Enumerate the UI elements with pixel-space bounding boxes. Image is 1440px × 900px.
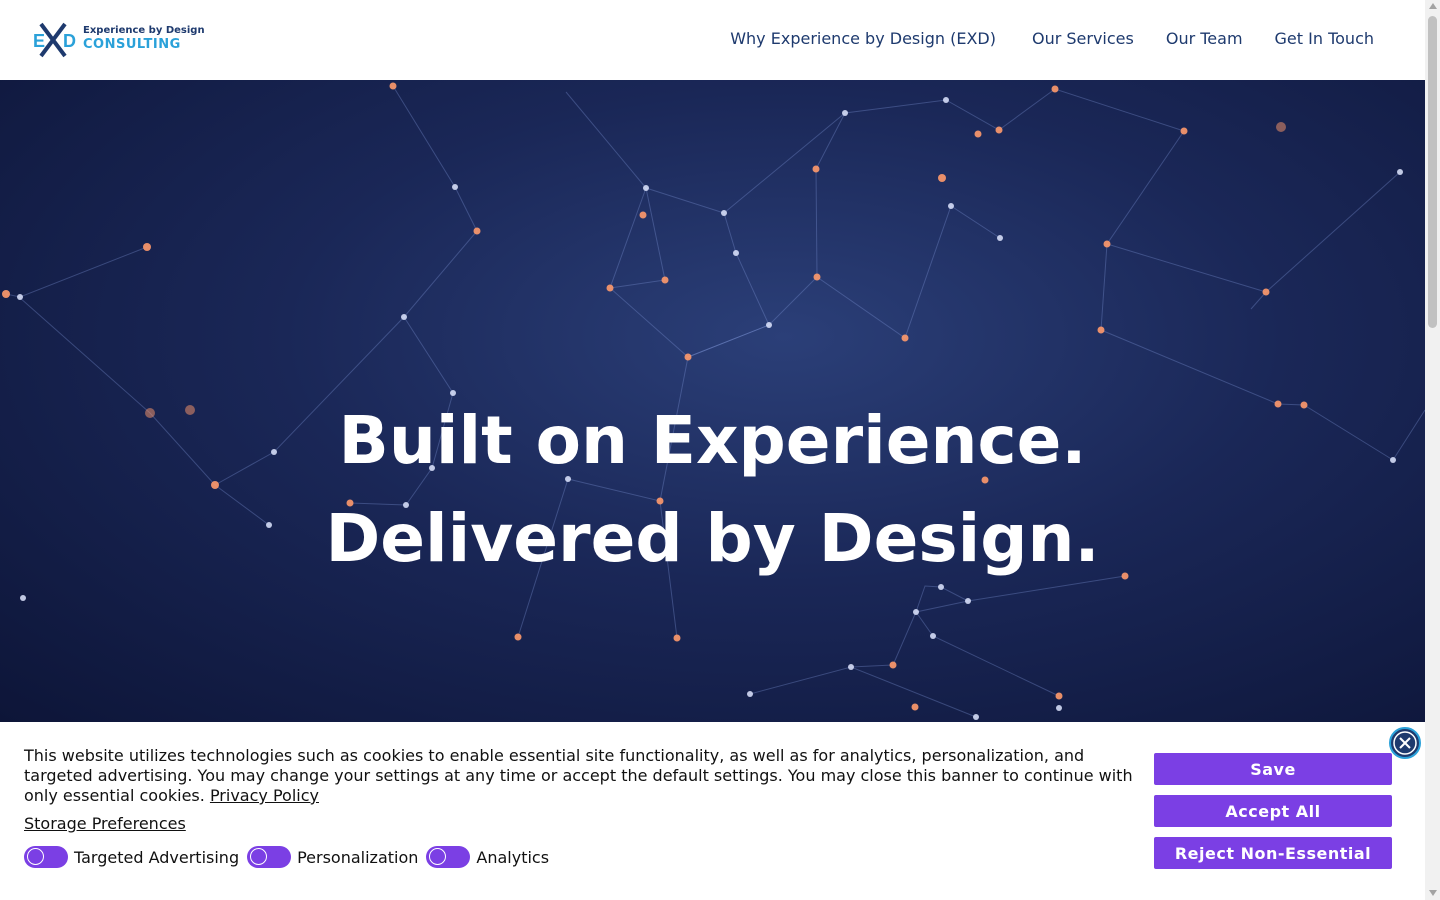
toggle-switch[interactable]: [426, 846, 471, 868]
exd-logo-icon: E D: [33, 22, 76, 58]
toggle-knob: [250, 848, 268, 865]
nav-why-exd[interactable]: Why Experience by Design (EXD): [730, 29, 996, 48]
hero-banner: Built on Experience. Delivered by Design…: [0, 80, 1425, 722]
toggle-label: Analytics: [476, 847, 550, 867]
scroll-up-icon[interactable]: [1429, 3, 1437, 9]
hero-line-2: Delivered by Design.: [325, 500, 1100, 577]
nav-our-services[interactable]: Our Services: [1032, 29, 1134, 48]
cookie-message-text: This website utilizes technologies such …: [24, 746, 1133, 805]
accept-all-button[interactable]: Accept All: [1154, 795, 1392, 827]
toggle-personalization[interactable]: Personalization: [247, 846, 418, 868]
nav-our-team[interactable]: Our Team: [1166, 29, 1243, 48]
privacy-policy-link[interactable]: Privacy Policy: [210, 786, 319, 805]
site-header: E D Experience by Design CONSULTING Why …: [0, 0, 1425, 80]
main-nav: Why Experience by Design (EXD) Our Servi…: [730, 29, 1374, 48]
cookie-message: This website utilizes technologies such …: [24, 746, 1139, 806]
hero-line-1: Built on Experience.: [338, 402, 1087, 479]
close-x-icon: [1393, 731, 1417, 755]
storage-preferences-link[interactable]: Storage Preferences: [24, 814, 186, 833]
logo-consulting: CONSULTING: [83, 37, 181, 52]
toggle-label: Targeted Advertising: [74, 847, 240, 867]
svg-text:D: D: [63, 31, 76, 51]
toggle-knob: [27, 848, 44, 865]
toggle-targeted-advertising[interactable]: Targeted Advertising: [24, 846, 239, 868]
close-icon[interactable]: [1389, 727, 1421, 759]
toggle-label: Personalization: [297, 847, 419, 867]
svg-text:E: E: [33, 31, 45, 51]
toggle-knob: [429, 848, 447, 865]
logo-tagline: Experience by Design: [83, 25, 205, 36]
cookie-banner: This website utilizes technologies such …: [0, 722, 1425, 900]
hero-title: Built on Experience. Delivered by Design…: [0, 392, 1425, 588]
cookie-toggles: Targeted Advertising Personalization Ana…: [24, 846, 557, 868]
reject-non-essential-button[interactable]: Reject Non-Essential: [1154, 837, 1392, 869]
toggle-analytics[interactable]: Analytics: [426, 846, 549, 868]
logo[interactable]: E D Experience by Design CONSULTING: [33, 22, 205, 60]
toggle-switch[interactable]: [24, 846, 68, 868]
save-button[interactable]: Save: [1154, 753, 1392, 785]
nav-get-in-touch[interactable]: Get In Touch: [1275, 29, 1374, 48]
toggle-switch[interactable]: [247, 846, 292, 868]
scroll-down-icon[interactable]: [1429, 890, 1437, 896]
page-scrollbar[interactable]: [1425, 0, 1440, 900]
scrollbar-thumb[interactable]: [1428, 16, 1437, 328]
